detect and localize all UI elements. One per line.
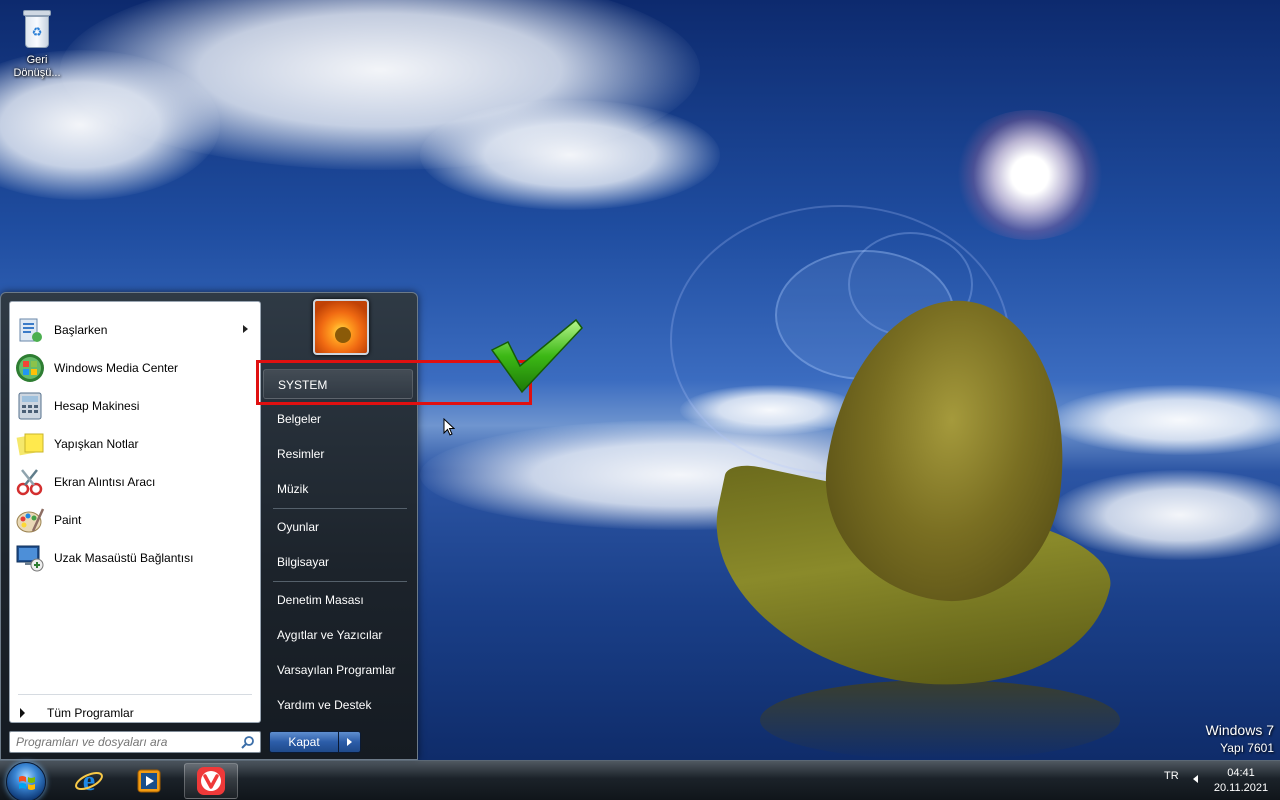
media-player-icon <box>137 769 161 793</box>
start-right-item-help-support[interactable]: Yardım ve Destek <box>263 690 413 720</box>
internet-explorer-icon: e <box>75 766 103 796</box>
leaf-reflection <box>760 680 1120 760</box>
start-right-item-documents[interactable]: Belgeler <box>263 404 413 434</box>
program-media-center[interactable]: Windows Media Center <box>12 350 258 386</box>
start-right-item-devices-printers[interactable]: Aygıtlar ve Yazıcılar <box>263 620 413 650</box>
program-snipping-tool[interactable]: Ekran Alıntısı Aracı <box>12 464 258 500</box>
start-right-item-default-programs[interactable]: Varsayılan Programlar <box>263 655 413 685</box>
cloud <box>420 100 720 210</box>
green-checkmark-icon <box>490 318 583 394</box>
taskbar: e <box>0 760 1280 800</box>
taskbar-media-player[interactable] <box>122 763 176 799</box>
shutdown-options-arrow-icon[interactable] <box>338 732 360 752</box>
start-right-item-computer[interactable]: Bilgisayar <box>263 547 413 577</box>
all-programs-label: Tüm Programlar <box>47 706 134 720</box>
shutdown-button-group: Kapat <box>269 731 361 753</box>
svg-text:e: e <box>83 766 95 796</box>
start-right-item-control-panel[interactable]: Denetim Masası <box>263 585 413 615</box>
program-remote-desktop[interactable]: Uzak Masaüstü Bağlantısı <box>12 540 258 576</box>
cloud <box>1050 470 1280 560</box>
shutdown-button[interactable]: Kapat <box>270 732 338 752</box>
windows-logo-icon <box>19 776 35 790</box>
recycle-bin-icon: ♻ <box>20 8 54 50</box>
media-center-icon <box>14 352 46 384</box>
desktop-icon-recycle-bin[interactable]: ♻ Geri Dönüşü... <box>6 6 68 80</box>
show-hidden-icons-arrow-icon[interactable] <box>1193 775 1198 783</box>
start-right-item-games[interactable]: Oyunlar <box>263 512 413 542</box>
program-label: Yapışkan Notlar <box>54 437 139 451</box>
arrow-right-icon <box>20 708 25 718</box>
sticky-notes-icon <box>14 428 46 460</box>
paint-icon <box>14 504 46 536</box>
taskbar-internet-explorer[interactable]: e <box>62 763 116 799</box>
sun <box>950 110 1110 240</box>
program-label: Ekran Alıntısı Aracı <box>54 475 156 489</box>
taskbar-clock[interactable]: 04:41 20.11.2021 <box>1206 766 1276 796</box>
start-menu-programs-pane: Başlarken Windows Media Center Hesap Mak… <box>9 301 261 723</box>
remote-desktop-icon <box>14 542 46 574</box>
start-right-item-pictures[interactable]: Resimler <box>263 439 413 469</box>
separator <box>273 508 407 509</box>
cloud <box>1050 385 1280 455</box>
mouse-cursor-icon <box>443 418 455 436</box>
clock-date: 20.11.2021 <box>1213 782 1269 794</box>
getting-started-icon <box>14 314 46 346</box>
separator <box>18 694 252 695</box>
vivaldi-icon <box>197 767 225 795</box>
program-calculator[interactable]: Hesap Makinesi <box>12 388 258 424</box>
program-label: Hesap Makinesi <box>54 399 140 413</box>
start-button[interactable] <box>6 762 46 800</box>
search-icon[interactable] <box>241 735 255 749</box>
taskbar-vivaldi[interactable] <box>184 763 238 799</box>
os-version-watermark: Windows 7 Yapı 7601 <box>1206 722 1274 755</box>
start-search-box[interactable] <box>9 731 261 753</box>
clock-time: 04:41 <box>1227 767 1255 779</box>
program-label: Uzak Masaüstü Bağlantısı <box>54 551 194 565</box>
program-getting-started[interactable]: Başlarken <box>12 312 258 348</box>
start-right-item-music[interactable]: Müzik <box>263 474 413 504</box>
calculator-icon <box>14 390 46 422</box>
program-sticky-notes[interactable]: Yapışkan Notlar <box>12 426 258 462</box>
desktop-icon-label: Geri Dönüşü... <box>13 54 61 79</box>
os-name: Windows 7 <box>1205 722 1274 738</box>
language-indicator[interactable]: TR <box>1164 770 1179 782</box>
program-label: Windows Media Center <box>54 361 179 375</box>
separator <box>273 581 407 582</box>
submenu-arrow-icon <box>243 325 248 333</box>
start-search-input[interactable] <box>16 735 236 749</box>
program-paint[interactable]: Paint <box>12 502 258 538</box>
user-account-picture[interactable] <box>313 299 369 355</box>
program-label: Paint <box>54 513 82 527</box>
os-build: Yapı 7601 <box>1220 741 1274 755</box>
snipping-tool-icon <box>14 466 46 498</box>
all-programs-button[interactable]: Tüm Programlar <box>20 706 134 720</box>
program-label: Başlarken <box>54 323 108 337</box>
